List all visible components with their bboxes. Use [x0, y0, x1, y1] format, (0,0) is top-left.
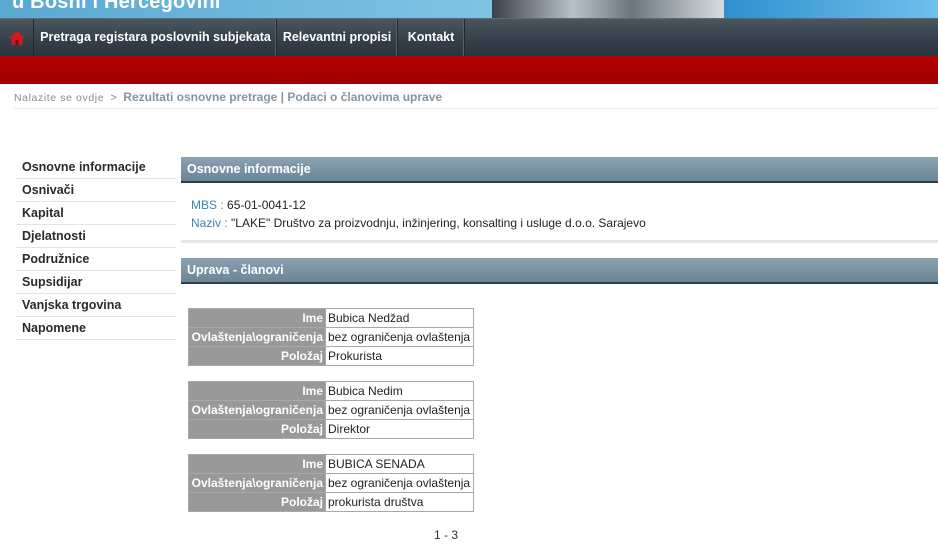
breadcrumb-prefix: Nalazite se ovdje — [14, 92, 105, 104]
sidebar-item-kapital[interactable]: Kapital — [16, 202, 176, 225]
member-position: Prokurista — [325, 346, 474, 366]
site-title: u Bosni i Hercegovini — [12, 0, 221, 13]
sidebar-item-osnivaci[interactable]: Osnivači — [16, 179, 176, 202]
nav-item-propisi[interactable]: Relevantni propisi — [277, 19, 398, 56]
position-label: Položaj — [188, 346, 326, 366]
position-label: Položaj — [188, 492, 326, 512]
breadcrumb: Nalazite se ovdje > Rezultati osnovne pr… — [14, 88, 442, 106]
breadcrumb-separator: > — [110, 92, 117, 104]
sidebar-item-djelatnosti[interactable]: Djelatnosti — [16, 225, 176, 248]
breadcrumb-current: Rezultati osnovne pretrage | Podaci o čl… — [123, 90, 443, 104]
mbs-row: MBS : 65-01-0041-12 — [191, 196, 646, 214]
main-nav: Pretraga registara poslovnih subjekata R… — [0, 18, 938, 56]
member-table: Ime Bubica Nedžad Ovlaštenja\ograničenja… — [188, 308, 474, 366]
sidebar-menu: Osnovne informacije Osnivači Kapital Dje… — [16, 156, 176, 340]
member-authority-row: Ovlaštenja\ograničenja bez ograničenja o… — [188, 327, 474, 347]
sidebar-item-osnovne-informacije[interactable]: Osnovne informacije — [16, 156, 176, 179]
nav-item-pretraga[interactable]: Pretraga registara poslovnih subjekata — [35, 19, 277, 56]
member-table: Ime BUBICA SENADA Ovlaštenja\ograničenja… — [188, 454, 474, 512]
section-header-basic-info: Osnovne informacije — [181, 157, 938, 183]
member-authority: bez ograničenja ovlaštenja — [325, 473, 474, 493]
nav-item-kontakt[interactable]: Kontakt — [398, 19, 465, 56]
section-divider — [181, 240, 938, 243]
section-header-management: Uprava - članovi — [181, 258, 938, 284]
member-position-row: Položaj prokurista društva — [188, 492, 474, 512]
member-name-row: Ime BUBICA SENADA — [188, 454, 474, 474]
member-position: prokurista društva — [325, 492, 474, 512]
home-icon — [8, 30, 25, 45]
sidebar-item-napomene[interactable]: Napomene — [16, 317, 176, 340]
member-authority: bez ograničenja ovlaštenja — [325, 400, 474, 420]
authority-label: Ovlaštenja\ograničenja — [188, 327, 326, 347]
member-authority-row: Ovlaštenja\ograničenja bez ograničenja o… — [188, 400, 474, 420]
basic-info: MBS : 65-01-0041-12 Naziv : "LAKE" Društ… — [191, 196, 646, 232]
member-authority: bez ograničenja ovlaštenja — [325, 327, 474, 347]
site-banner: u Bosni i Hercegovini — [0, 0, 938, 18]
naziv-value: "LAKE" Društvo za proizvodnju, inžinjeri… — [231, 216, 646, 230]
member-authority-row: Ovlaštenja\ograničenja bez ograničenja o… — [188, 473, 474, 493]
banner-photo — [492, 0, 724, 18]
mbs-value: 65-01-0041-12 — [227, 198, 306, 212]
member-name: Bubica Nedžad — [325, 308, 474, 328]
member-table: Ime Bubica Nedim Ovlaštenja\ograničenja … — [188, 381, 474, 439]
member-name: Bubica Nedim — [325, 381, 474, 401]
breadcrumb-divider — [14, 108, 938, 109]
banner-decoration — [724, 0, 938, 18]
authority-label: Ovlaštenja\ograničenja — [188, 473, 326, 493]
member-name: BUBICA SENADA — [325, 454, 474, 474]
nav-home[interactable] — [0, 19, 34, 56]
member-position-row: Položaj Prokurista — [188, 346, 474, 366]
naziv-label: Naziv : — [191, 216, 228, 230]
name-label: Ime — [188, 381, 326, 401]
member-name-row: Ime Bubica Nedžad — [188, 308, 474, 328]
sidebar-item-podruznice[interactable]: Podružnice — [16, 248, 176, 271]
member-position-row: Položaj Direktor — [188, 419, 474, 439]
red-divider-bar — [0, 56, 938, 84]
sidebar-item-supsidijar[interactable]: Supsidijar — [16, 271, 176, 294]
member-name-row: Ime Bubica Nedim — [188, 381, 474, 401]
position-label: Položaj — [188, 419, 326, 439]
member-position: Direktor — [325, 419, 474, 439]
name-label: Ime — [188, 308, 326, 328]
name-label: Ime — [188, 454, 326, 474]
mbs-label: MBS : — [191, 198, 224, 212]
authority-label: Ovlaštenja\ograničenja — [188, 400, 326, 420]
sidebar-item-vanjska-trgovina[interactable]: Vanjska trgovina — [16, 294, 176, 317]
naziv-row: Naziv : "LAKE" Društvo za proizvodnju, i… — [191, 214, 646, 232]
pagination-info: 1 - 3 — [434, 528, 459, 542]
